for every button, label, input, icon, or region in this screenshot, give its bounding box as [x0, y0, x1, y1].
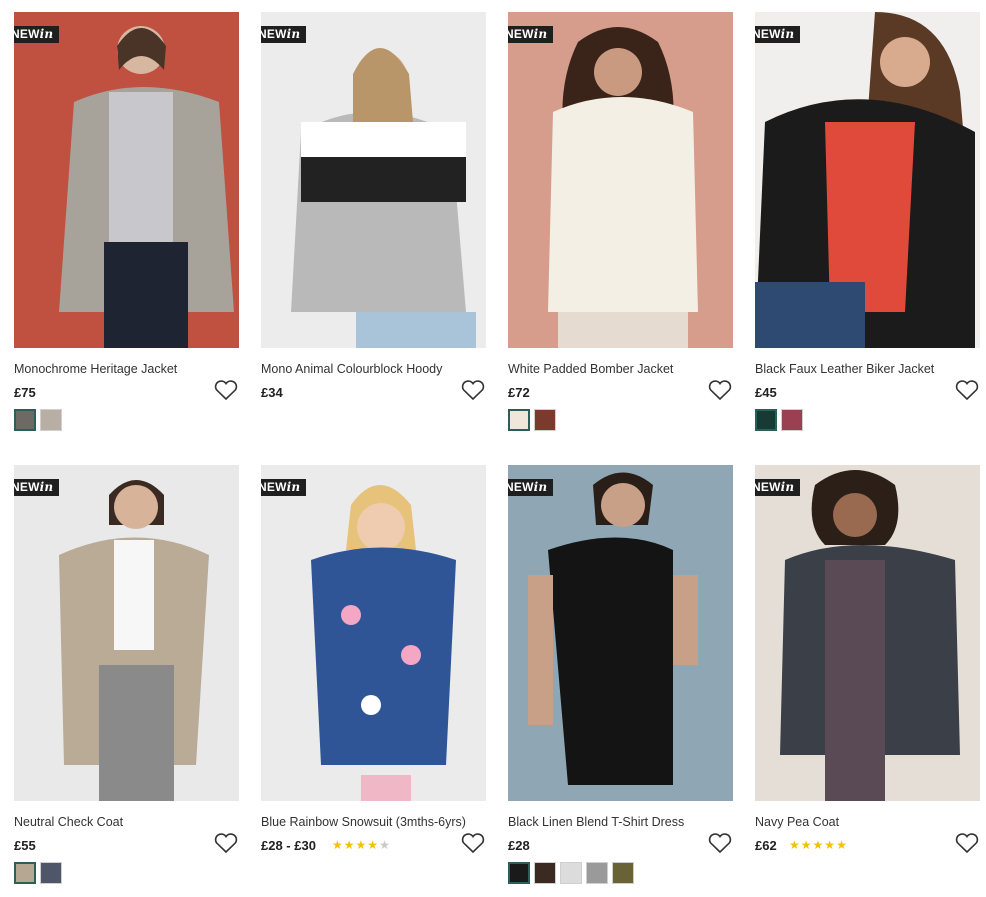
new-in-badge: NEWin — [755, 479, 801, 496]
product-price: £75 — [14, 385, 36, 400]
product-photo — [291, 48, 476, 348]
product-name[interactable]: Blue Rainbow Snowsuit (3mths-6yrs) — [261, 815, 466, 829]
star-icon: ★ — [836, 838, 848, 852]
star-icon: ★ — [824, 838, 837, 852]
new-in-badge: NEWin — [508, 479, 554, 496]
new-in-badge: NEWin — [508, 26, 554, 43]
colour-swatch[interactable] — [508, 862, 530, 884]
new-in-badge: NEWin — [261, 26, 307, 43]
product-name[interactable]: Navy Pea Coat — [755, 815, 839, 829]
product-card[interactable]: NEWin Black Linen Blend T-Shirt Dress £2… — [508, 465, 733, 884]
product-card[interactable]: NEWin Blue Rainbow Snowsuit (3mths-6yrs)… — [261, 465, 486, 854]
product-price: £28 - £30 — [261, 838, 316, 853]
product-photo — [780, 470, 960, 801]
colour-swatch[interactable] — [508, 409, 530, 431]
new-in-badge: NEWin — [755, 26, 801, 43]
product-image[interactable]: NEWin — [261, 12, 486, 348]
heart-icon[interactable] — [707, 831, 733, 855]
star-icon: ★ — [800, 838, 813, 852]
colour-swatch[interactable] — [755, 409, 777, 431]
product-photo — [311, 485, 456, 801]
heart-icon[interactable] — [213, 831, 239, 855]
product-price: £28 — [508, 838, 530, 853]
product-price: £55 — [14, 838, 36, 853]
new-in-badge: NEWin — [261, 479, 307, 496]
star-icon: ★ — [367, 838, 380, 852]
star-rating: ★★★★★ — [789, 838, 848, 852]
product-name[interactable]: Neutral Check Coat — [14, 815, 123, 829]
colour-swatch[interactable] — [534, 409, 556, 431]
colour-swatch[interactable] — [586, 862, 608, 884]
product-image[interactable]: NEWin — [755, 465, 980, 801]
star-icon: ★ — [343, 838, 356, 852]
product-price: £45 — [755, 385, 777, 400]
new-in-badge: NEWin — [14, 26, 60, 43]
colour-swatch[interactable] — [612, 862, 634, 884]
product-card[interactable]: NEWin Monochrome Heritage Jacket £75 — [14, 12, 239, 431]
product-card[interactable]: NEWin Black Faux Leather Biker Jacket £4… — [755, 12, 980, 431]
colour-swatch[interactable] — [40, 862, 62, 884]
colour-swatches — [14, 862, 62, 884]
product-price: £72 — [508, 385, 530, 400]
heart-icon[interactable] — [954, 831, 980, 855]
new-in-badge: NEWin — [14, 479, 60, 496]
heart-icon[interactable] — [213, 378, 239, 402]
product-card[interactable]: NEWin Neutral Check Coat £55 — [14, 465, 239, 884]
product-card[interactable]: NEWin White Padded Bomber Jacket £72 — [508, 12, 733, 431]
star-rating: ★★★★★ — [332, 838, 391, 852]
product-photo — [59, 26, 234, 348]
colour-swatch[interactable] — [534, 862, 556, 884]
heart-icon[interactable] — [954, 378, 980, 402]
product-name[interactable]: Black Linen Blend T-Shirt Dress — [508, 815, 684, 829]
product-image[interactable]: NEWin — [261, 465, 486, 801]
product-price: £62 — [755, 838, 777, 853]
product-name[interactable]: White Padded Bomber Jacket — [508, 362, 673, 376]
colour-swatches — [755, 409, 803, 431]
product-card[interactable]: NEWin Navy Pea Coat £62 ★★★★★ — [755, 465, 980, 854]
colour-swatch[interactable] — [14, 862, 36, 884]
product-image[interactable]: NEWin — [508, 12, 733, 348]
colour-swatch[interactable] — [781, 409, 803, 431]
product-card[interactable]: NEWin Mono Animal Colourblock Hoody £34 — [261, 12, 486, 401]
star-icon: ★ — [379, 838, 391, 852]
colour-swatches — [508, 409, 556, 431]
product-image[interactable]: NEWin — [14, 465, 239, 801]
star-icon: ★ — [812, 838, 825, 852]
product-photo — [59, 480, 209, 801]
star-icon: ★ — [789, 838, 801, 852]
product-price: £34 — [261, 385, 283, 400]
product-photo — [548, 27, 698, 348]
colour-swatch[interactable] — [14, 409, 36, 431]
heart-icon[interactable] — [707, 378, 733, 402]
product-name[interactable]: Monochrome Heritage Jacket — [14, 362, 177, 376]
product-image[interactable]: NEWin — [508, 465, 733, 801]
star-icon: ★ — [355, 838, 368, 852]
product-name[interactable]: Mono Animal Colourblock Hoody — [261, 362, 442, 376]
product-photo — [755, 12, 975, 348]
product-image[interactable]: NEWin — [14, 12, 239, 348]
colour-swatch[interactable] — [40, 409, 62, 431]
colour-swatches — [14, 409, 62, 431]
colour-swatch[interactable] — [560, 862, 582, 884]
heart-icon[interactable] — [460, 378, 486, 402]
product-name[interactable]: Black Faux Leather Biker Jacket — [755, 362, 934, 376]
product-photo — [528, 472, 698, 785]
product-image[interactable]: NEWin — [755, 12, 980, 348]
heart-icon[interactable] — [460, 831, 486, 855]
star-icon: ★ — [332, 838, 344, 852]
colour-swatches — [508, 862, 634, 884]
